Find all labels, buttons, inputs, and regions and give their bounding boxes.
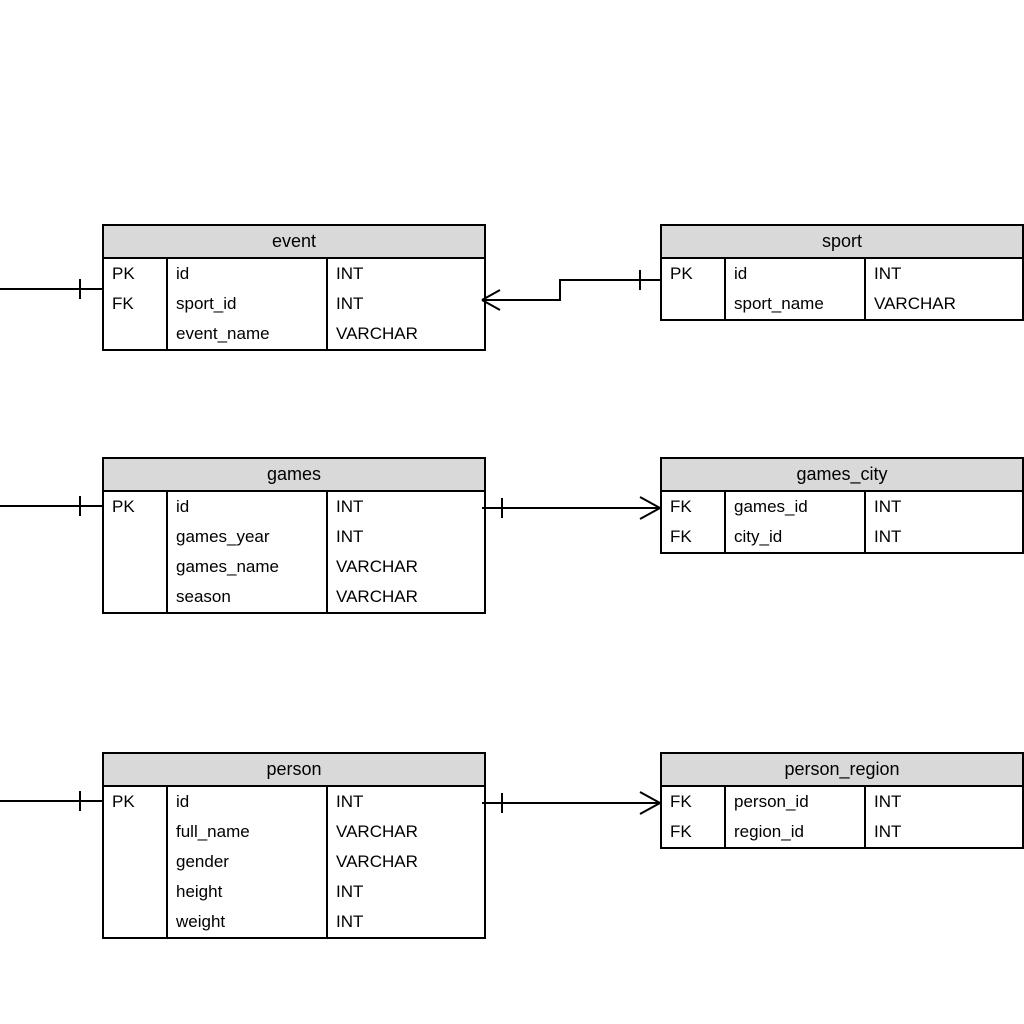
table-row: FK region_id INT — [662, 817, 1022, 847]
table-row: season VARCHAR — [104, 582, 484, 612]
entity-sport: sport PK id INT sport_name VARCHAR — [660, 224, 1024, 321]
table-row: PK id INT — [104, 492, 484, 522]
entity-games: games PK id INT games_year INT games_nam… — [102, 457, 486, 614]
entity-title: games_city — [662, 459, 1022, 492]
table-row: weight INT — [104, 907, 484, 937]
table-row: FK person_id INT — [662, 787, 1022, 817]
entity-person: person PK id INT full_name VARCHAR gende… — [102, 752, 486, 939]
table-row: full_name VARCHAR — [104, 817, 484, 847]
er-diagram: event PK id INT FK sport_id INT event_na… — [0, 0, 1024, 1024]
entity-title: person — [104, 754, 484, 787]
entity-title: sport — [662, 226, 1022, 259]
table-row: PK id INT — [104, 259, 484, 289]
table-row: PK id INT — [104, 787, 484, 817]
entity-title: games — [104, 459, 484, 492]
entity-person-region: person_region FK person_id INT FK region… — [660, 752, 1024, 849]
table-row: FK city_id INT — [662, 522, 1022, 552]
table-row: PK id INT — [662, 259, 1022, 289]
table-row: games_name VARCHAR — [104, 552, 484, 582]
table-row: sport_name VARCHAR — [662, 289, 1022, 319]
table-row: games_year INT — [104, 522, 484, 552]
table-row: event_name VARCHAR — [104, 319, 484, 349]
table-row: height INT — [104, 877, 484, 907]
table-row: FK sport_id INT — [104, 289, 484, 319]
entity-title: event — [104, 226, 484, 259]
entity-games-city: games_city FK games_id INT FK city_id IN… — [660, 457, 1024, 554]
entity-event: event PK id INT FK sport_id INT event_na… — [102, 224, 486, 351]
table-row: FK games_id INT — [662, 492, 1022, 522]
table-row: gender VARCHAR — [104, 847, 484, 877]
entity-title: person_region — [662, 754, 1022, 787]
